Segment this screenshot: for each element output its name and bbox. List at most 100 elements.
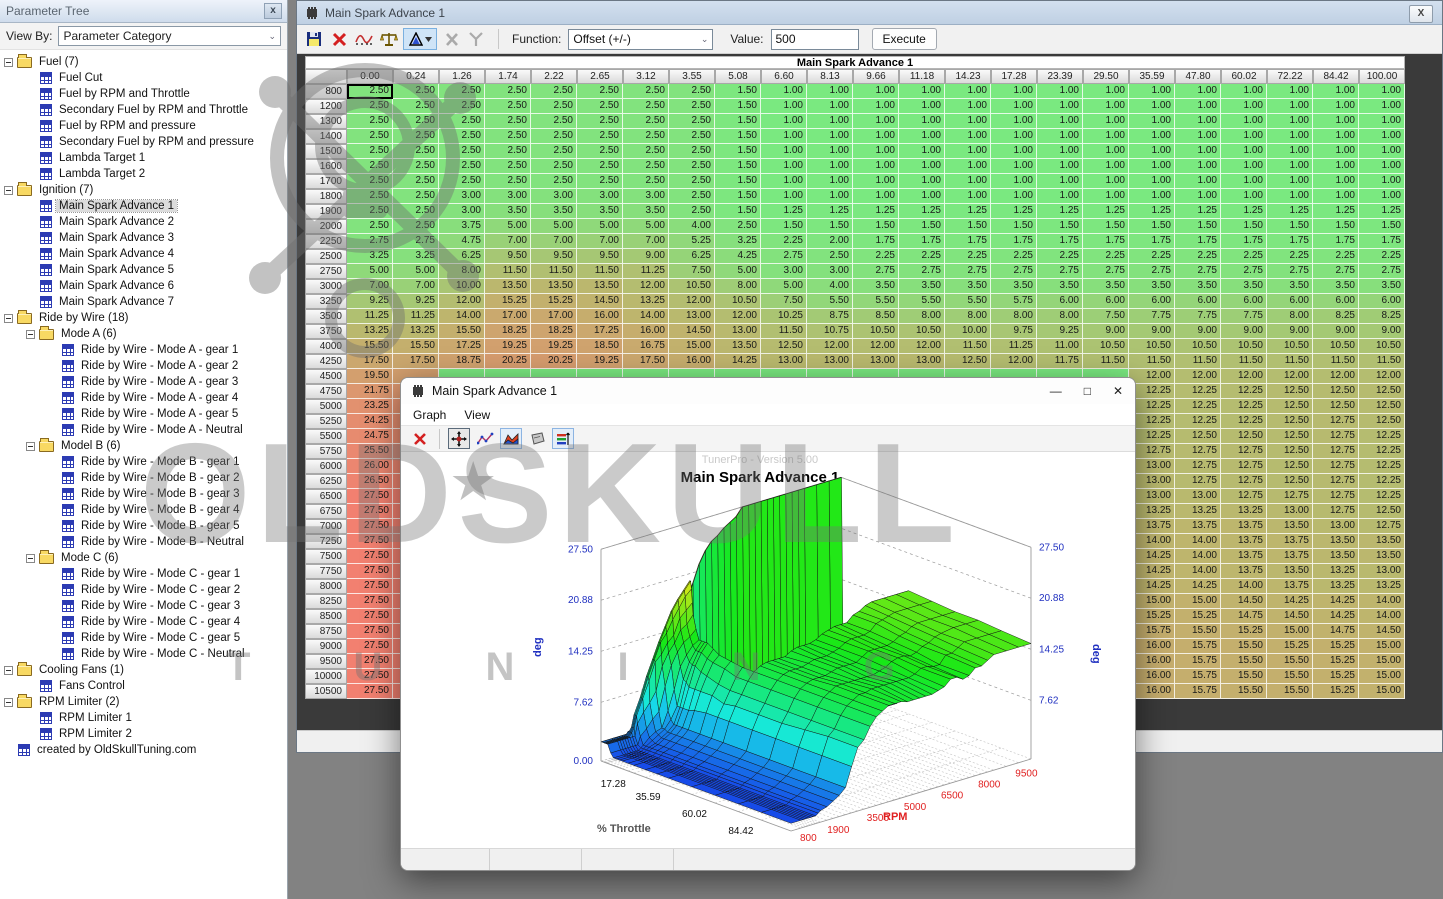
row-header-rpm[interactable]: 5000 <box>305 399 347 414</box>
table-cell[interactable]: 12.25 <box>1359 444 1405 459</box>
table-cell[interactable]: 2.50 <box>577 114 623 129</box>
table-cell[interactable]: 1.25 <box>761 204 807 219</box>
table-cell[interactable]: 7.50 <box>669 264 715 279</box>
table-cell[interactable]: 9.50 <box>485 249 531 264</box>
row-header-rpm[interactable]: 4000 <box>305 339 347 354</box>
table-cell[interactable]: 1.25 <box>1267 204 1313 219</box>
table-cell[interactable]: 1.25 <box>1037 204 1083 219</box>
table-cell[interactable]: 11.75 <box>1037 354 1083 369</box>
row-header-rpm[interactable]: 7250 <box>305 534 347 549</box>
table-cell[interactable]: 7.00 <box>623 234 669 249</box>
table-cell[interactable]: 2.75 <box>761 249 807 264</box>
table-cell[interactable]: 2.50 <box>669 144 715 159</box>
table-cell[interactable]: 2.50 <box>669 84 715 99</box>
table-cell[interactable]: 5.75 <box>991 294 1037 309</box>
table-cell[interactable]: 13.25 <box>1221 504 1267 519</box>
column-header-throttle[interactable]: 72.22 <box>1267 69 1313 84</box>
table-cell[interactable]: 2.50 <box>393 99 439 114</box>
table-cell[interactable]: 14.50 <box>669 324 715 339</box>
table-cell[interactable]: 2.50 <box>531 159 577 174</box>
table-cell[interactable]: 1.00 <box>1267 99 1313 114</box>
menu-view[interactable]: View <box>464 408 490 422</box>
row-header-rpm[interactable]: 1400 <box>305 129 347 144</box>
table-cell[interactable]: 1.75 <box>1221 234 1267 249</box>
table-cell[interactable]: 2.25 <box>1313 249 1359 264</box>
table-cell[interactable]: 1.00 <box>1313 84 1359 99</box>
table-cell[interactable]: 1.00 <box>1083 174 1129 189</box>
table-cell[interactable]: 27.50 <box>347 609 393 624</box>
table-cell[interactable]: 12.50 <box>1313 399 1359 414</box>
tree-table-item[interactable]: Main Spark Advance 6 <box>0 278 287 294</box>
table-cell[interactable]: 1.00 <box>1129 114 1175 129</box>
table-cell[interactable]: 3.50 <box>1037 279 1083 294</box>
table-cell[interactable]: 1.50 <box>761 219 807 234</box>
table-cell[interactable]: 2.50 <box>393 219 439 234</box>
column-header-throttle[interactable]: 2.22 <box>531 69 577 84</box>
table-cell[interactable]: 10.50 <box>1221 339 1267 354</box>
tree-table-item[interactable]: Ride by Wire - Mode A - gear 2 <box>0 358 287 374</box>
table-cell[interactable]: 6.00 <box>1037 294 1083 309</box>
table-cell[interactable]: 1.75 <box>1129 234 1175 249</box>
tree-table-item[interactable]: Main Spark Advance 7 <box>0 294 287 310</box>
table-cell[interactable]: 1.00 <box>1267 84 1313 99</box>
column-header-throttle[interactable]: 84.42 <box>1313 69 1359 84</box>
table-cell[interactable]: 2.50 <box>623 159 669 174</box>
column-header-throttle[interactable]: 3.12 <box>623 69 669 84</box>
table-cell[interactable]: 2.50 <box>393 204 439 219</box>
tree-folder-item[interactable]: Cooling Fans (1) <box>0 662 287 678</box>
table-cell[interactable]: 8.50 <box>853 309 899 324</box>
table-cell[interactable]: 13.00 <box>1313 519 1359 534</box>
table-cell[interactable]: 1.00 <box>853 114 899 129</box>
table-cell[interactable]: 1.00 <box>1359 129 1405 144</box>
table-cell[interactable]: 15.25 <box>1175 609 1221 624</box>
table-cell[interactable]: 19.50 <box>347 369 393 384</box>
table-cell[interactable]: 1.00 <box>991 99 1037 114</box>
table-cell[interactable]: 15.25 <box>485 294 531 309</box>
table-cell[interactable]: 5.50 <box>807 294 853 309</box>
tree-table-item[interactable]: Ride by Wire - Mode C - gear 2 <box>0 582 287 598</box>
table-cell[interactable]: 1.00 <box>807 114 853 129</box>
table-cell[interactable]: 5.50 <box>853 294 899 309</box>
collapse-expander[interactable] <box>4 58 13 67</box>
table-cell[interactable]: 7.50 <box>1083 309 1129 324</box>
table-cell[interactable]: 15.50 <box>439 324 485 339</box>
table-cell[interactable]: 13.75 <box>1175 519 1221 534</box>
table-cell[interactable]: 14.75 <box>1221 609 1267 624</box>
panel-close-button[interactable]: x <box>264 3 282 19</box>
table-cell[interactable]: 17.50 <box>393 354 439 369</box>
table-cell[interactable]: 2.50 <box>485 114 531 129</box>
table-cell[interactable]: 1.50 <box>1037 219 1083 234</box>
table-cell[interactable]: 2.25 <box>761 234 807 249</box>
table-cell[interactable]: 1.50 <box>807 219 853 234</box>
table-cell[interactable]: 2.75 <box>1359 264 1405 279</box>
collapse-expander[interactable] <box>26 554 35 563</box>
row-header-rpm[interactable]: 3750 <box>305 324 347 339</box>
table-cell[interactable]: 15.25 <box>1313 669 1359 684</box>
table-cell[interactable]: 20.25 <box>531 354 577 369</box>
table-cell[interactable]: 3.00 <box>531 189 577 204</box>
table-cell[interactable]: 2.50 <box>485 144 531 159</box>
table-cell[interactable]: 1.00 <box>1083 159 1129 174</box>
tree-table-item[interactable]: Main Spark Advance 3 <box>0 230 287 246</box>
row-header-rpm[interactable]: 4500 <box>305 369 347 384</box>
table-cell[interactable]: 15.50 <box>1267 684 1313 699</box>
table-cell[interactable]: 24.75 <box>347 429 393 444</box>
table-cell[interactable]: 3.00 <box>623 189 669 204</box>
table-cell[interactable]: 12.50 <box>1175 429 1221 444</box>
table-cell[interactable]: 12.75 <box>1313 444 1359 459</box>
row-header-rpm[interactable]: 800 <box>305 84 347 99</box>
table-cell[interactable]: 2.50 <box>347 219 393 234</box>
table-cell[interactable]: 10.50 <box>715 294 761 309</box>
table-cell[interactable]: 1.00 <box>807 144 853 159</box>
table-cell[interactable]: 2.25 <box>853 249 899 264</box>
tree-folder-item[interactable]: Model B (6) <box>0 438 287 454</box>
row-header-rpm[interactable]: 8500 <box>305 609 347 624</box>
row-header-rpm[interactable]: 9500 <box>305 654 347 669</box>
table-cell[interactable]: 1.00 <box>899 84 945 99</box>
table-cell[interactable]: 17.25 <box>577 324 623 339</box>
table-cell[interactable]: 12.75 <box>1313 489 1359 504</box>
table-cell[interactable]: 12.75 <box>1267 489 1313 504</box>
table-cell[interactable]: 3.00 <box>807 264 853 279</box>
table-cell[interactable]: 13.00 <box>761 354 807 369</box>
table-cell[interactable]: 18.75 <box>439 354 485 369</box>
